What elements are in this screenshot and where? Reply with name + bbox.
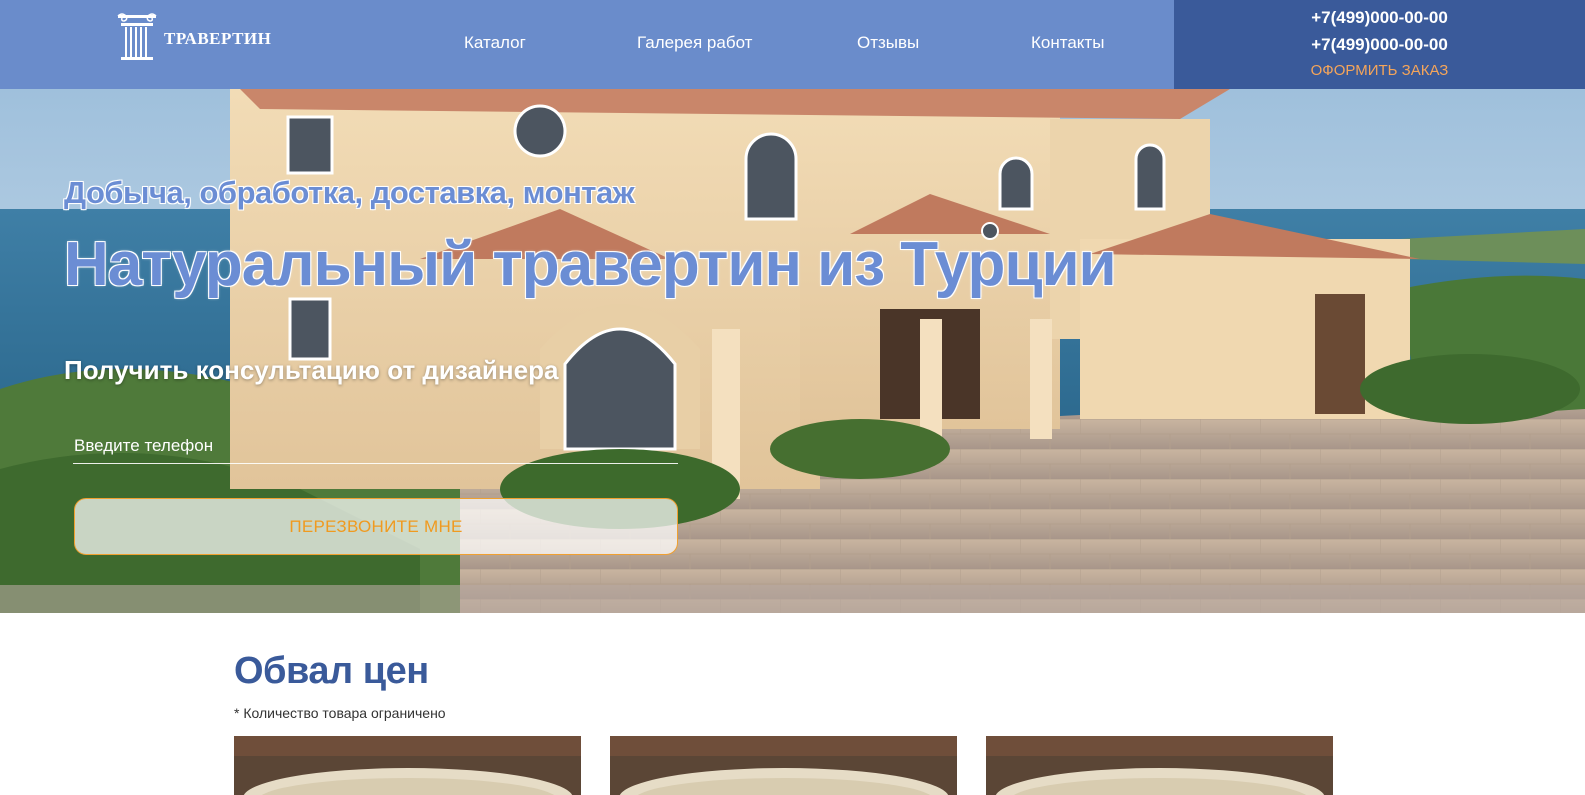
logo[interactable]: ТРАВЕРТИН xyxy=(116,12,271,62)
hero-section: Добыча, обработка, доставка, монтаж Нату… xyxy=(0,89,1585,613)
product-card-2[interactable] xyxy=(610,736,957,795)
column-logo-icon xyxy=(117,13,157,60)
nav-contacts[interactable]: Контакты xyxy=(1031,33,1104,53)
logo-text: ТРАВЕРТИН xyxy=(164,29,272,48)
hero-subtitle: Добыча, обработка, доставка, монтаж xyxy=(64,175,635,210)
phone-input[interactable] xyxy=(73,429,678,464)
prices-title: Обвал цен xyxy=(234,650,429,692)
product-card-3[interactable] xyxy=(986,736,1333,795)
nav-gallery[interactable]: Галерея работ xyxy=(637,33,752,53)
phone-number-2[interactable]: +7(499)000-00-00 xyxy=(1174,35,1585,55)
nav-reviews[interactable]: Отзывы xyxy=(857,33,919,53)
prices-note: * Количество товара ограничено xyxy=(234,705,446,721)
product-image xyxy=(610,736,957,795)
site-header: ТРАВЕРТИН Каталог Галерея работ Отзывы К… xyxy=(0,0,1585,89)
consult-heading: Получить консультацию от дизайнера xyxy=(64,355,559,385)
callback-button[interactable]: ПЕРЕЗВОНИТЕ МНЕ xyxy=(74,498,678,555)
product-image xyxy=(234,736,581,795)
product-card-1[interactable] xyxy=(234,736,581,795)
nav-catalog[interactable]: Каталог xyxy=(464,33,526,53)
phone-number-1[interactable]: +7(499)000-00-00 xyxy=(1174,8,1585,28)
order-link[interactable]: ОФОРМИТЬ ЗАКАЗ xyxy=(1174,62,1585,79)
contact-box: +7(499)000-00-00 +7(499)000-00-00 ОФОРМИ… xyxy=(1174,0,1585,89)
hero-title: Натуральный травертин из Турции xyxy=(64,230,1117,299)
product-image xyxy=(986,736,1333,795)
